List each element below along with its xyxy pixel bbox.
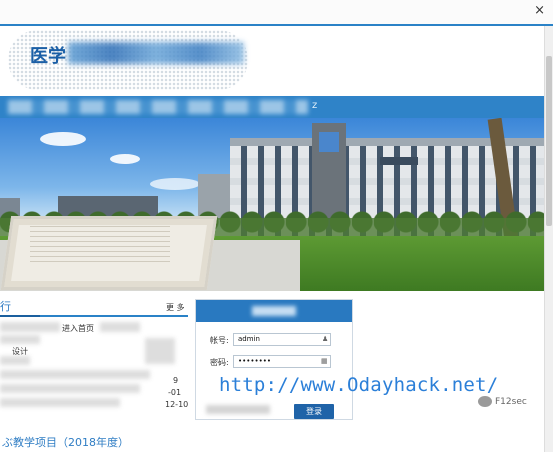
redacted-login-title: [252, 306, 296, 316]
news-item-text[interactable]: 进入首页: [62, 323, 94, 334]
keyboard-icon[interactable]: ▦: [321, 357, 328, 365]
redacted-news-item[interactable]: [0, 370, 150, 379]
redacted-login-link[interactable]: [206, 405, 270, 414]
cloud: [110, 154, 140, 164]
login-panel-header: [196, 300, 352, 322]
password-field[interactable]: ••••••••: [233, 355, 331, 368]
redacted-news-item[interactable]: [0, 322, 60, 332]
redacted-site-name: [68, 42, 244, 64]
password-label: 密码:: [210, 358, 229, 367]
login-panel: 帐号: admin ♟ 密码: •••••••• ▦ 登录: [195, 299, 353, 420]
redacted-news-item: [100, 322, 140, 332]
scrollbar-thumb[interactable]: [546, 56, 552, 226]
news-title-underline: [0, 315, 40, 317]
redacted-news-item[interactable]: [0, 398, 120, 407]
redacted-nav-items[interactable]: [8, 100, 308, 114]
news-item-date: 12-10: [165, 400, 189, 409]
login-button[interactable]: 登录: [294, 404, 334, 419]
username-field[interactable]: admin: [233, 333, 331, 346]
monument-inscription: [30, 226, 170, 262]
building-sign: [380, 157, 418, 165]
watermark-url: http://www.Odayhack.net/: [219, 374, 499, 396]
badge-text: F12sec: [495, 397, 527, 407]
news-section-title: 行: [0, 300, 11, 313]
main-navigation-bar: z: [0, 96, 545, 118]
news-item-date: 9: [173, 376, 179, 385]
username-label: 帐号:: [210, 336, 229, 345]
project-section-link[interactable]: ぶ教学项目（2018年度）: [2, 434, 129, 450]
cloud: [150, 178, 200, 190]
nav-trailing-glyph: z: [312, 100, 318, 111]
news-item-date: -01: [168, 388, 182, 397]
more-link[interactable]: 更 多: [166, 302, 185, 313]
wechat-icon: [478, 396, 492, 407]
redacted-news-item[interactable]: [0, 356, 30, 365]
user-icon: ♟: [322, 335, 329, 343]
site-header: 医学: [0, 26, 545, 96]
tower-window: [319, 132, 339, 152]
window-titlebar: ×: [0, 0, 553, 24]
source-badge: F12sec: [478, 396, 527, 407]
vertical-scrollbar[interactable]: [544, 26, 553, 452]
redacted-news-date: [145, 338, 175, 364]
site-logo-text[interactable]: 医学: [30, 42, 66, 68]
redacted-news-item[interactable]: [0, 384, 140, 393]
cloud: [40, 132, 86, 146]
close-icon[interactable]: ×: [534, 3, 545, 18]
redacted-news-item[interactable]: [0, 335, 40, 344]
campus-banner-image: [0, 118, 545, 291]
